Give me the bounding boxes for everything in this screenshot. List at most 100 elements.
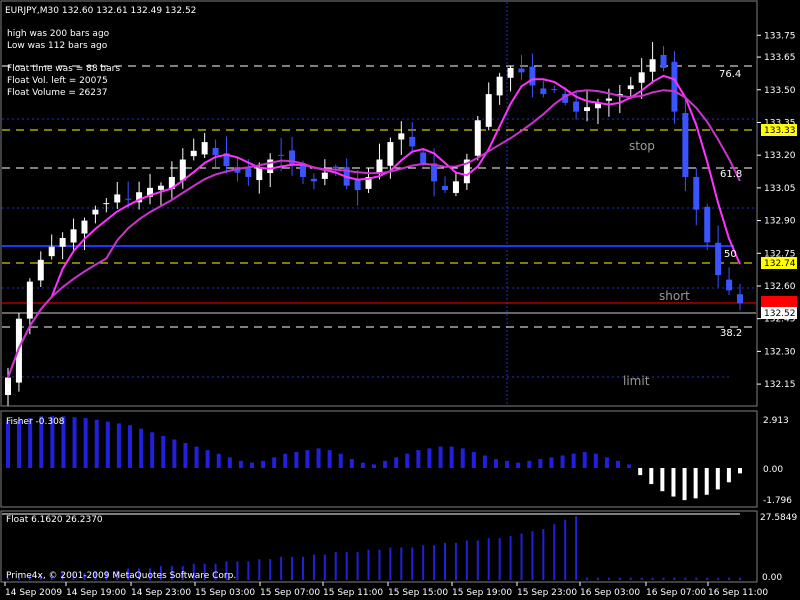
candle-body <box>638 72 645 83</box>
candle-body <box>540 88 547 95</box>
fib-38-label: 38.2 <box>720 328 742 339</box>
candle-body <box>354 179 361 191</box>
candle-body <box>81 220 88 234</box>
price-tick-label: 132.90 <box>764 217 796 227</box>
fast-moving-average <box>7 74 741 378</box>
candle-body <box>409 136 416 147</box>
candle-body <box>376 159 383 174</box>
candle-body <box>310 178 317 182</box>
slow-moving-average <box>7 89 741 378</box>
candle-body <box>37 259 44 281</box>
price-tick-label: 132.30 <box>764 347 796 357</box>
candle-body <box>59 238 66 247</box>
fib-76-label: 76.4 <box>719 69 741 80</box>
high-was-label: high was 200 bars ago <box>7 29 110 39</box>
float-volume-label: Float Volume = 26237 <box>7 88 107 98</box>
price-tag-label: 133.33 <box>764 126 796 136</box>
time-tick-label: 15 Sep 07:00 <box>260 588 320 598</box>
candle-body <box>103 203 110 205</box>
time-tick-label: 16 Sep 03:00 <box>580 588 640 598</box>
symbol-ohlc-label: EURJPY,M30 132.60 132.61 132.49 132.52 <box>5 6 196 16</box>
candle-body <box>278 154 285 156</box>
candle-body <box>682 112 689 177</box>
time-tick-label: 15 Sep 19:00 <box>452 588 512 598</box>
candle-body <box>157 185 164 190</box>
candle-body <box>321 172 328 179</box>
fisher-tick-zero: 0.00 <box>763 465 783 475</box>
candle-body <box>201 142 208 155</box>
candle-body <box>5 377 11 395</box>
candle-body <box>715 242 722 276</box>
candle-body <box>737 294 743 304</box>
float-vol-left-label: Float Vol. left = 20075 <box>7 76 108 86</box>
candle-body <box>256 168 263 181</box>
time-tick-label: 15 Sep 11:00 <box>323 588 383 598</box>
fisher-tick-low: -1.796 <box>763 496 792 506</box>
candle-body <box>573 101 580 112</box>
candle-body <box>507 67 514 78</box>
candle-body <box>26 281 33 319</box>
candle-body <box>627 85 634 90</box>
candle-body <box>190 150 197 157</box>
stop-label: stop <box>629 139 655 153</box>
candle-body <box>420 152 427 164</box>
candle-body <box>125 198 132 200</box>
price-tag-label: 132.74 <box>764 259 796 269</box>
candle-body <box>551 89 558 91</box>
limit-label: limit <box>623 374 650 388</box>
trading-chart-canvas[interactable]: EURJPY,M30 132.60 132.61 132.49 132.52 h… <box>0 0 800 600</box>
candle-body <box>70 229 77 243</box>
time-tick-label: 14 Sep 23:00 <box>131 588 191 598</box>
candle-body <box>48 246 55 257</box>
short-label: short <box>659 289 690 303</box>
fib-50-label: 50 <box>724 249 737 260</box>
low-was-label: Low was 112 bars ago <box>7 41 108 51</box>
candle-body <box>474 120 481 156</box>
time-tick-label: 14 Sep 2009 <box>5 588 62 598</box>
price-levels <box>2 65 756 378</box>
candle-body <box>179 159 186 181</box>
price-tick-label: 132.60 <box>764 282 796 292</box>
candle-body <box>245 168 252 177</box>
fisher-histogram <box>6 416 742 501</box>
time-tick-label: 15 Sep 23:00 <box>517 588 577 598</box>
price-tick-label: 133.65 <box>764 53 796 63</box>
candle-body <box>671 61 678 112</box>
candle-body <box>660 54 667 68</box>
candle-body <box>442 185 449 191</box>
copyright-label: Prime4x, © 2001-2009 MetaQuotes Software… <box>6 571 236 581</box>
float-tick-zero: 0.00 <box>762 573 782 583</box>
fisher-tick-high: 2.913 <box>763 416 789 426</box>
float-time-label: Float time was = 88 bars <box>7 64 120 74</box>
price-axis: 133.75133.65133.50133.35133.20133.05132.… <box>757 31 796 390</box>
fisher-panel-border <box>0 410 758 508</box>
float-tick-high: 27.5849 <box>760 513 797 523</box>
candle-body <box>212 148 219 156</box>
candle-body <box>398 133 405 140</box>
candle-body <box>387 142 394 166</box>
price-tick-label: 132.15 <box>764 380 796 390</box>
candle-body <box>496 76 503 96</box>
candle-body <box>584 107 591 112</box>
price-tick-label: 133.20 <box>764 151 796 161</box>
candle-body <box>518 68 525 73</box>
main-chart-border <box>0 0 758 407</box>
time-tick-label: 15 Sep 15:00 <box>388 588 448 598</box>
candle-body <box>649 59 656 72</box>
float-label: Float 6.1620 26.2370 <box>6 515 103 525</box>
candle-body <box>332 166 339 169</box>
candle-body <box>452 181 459 193</box>
candle-body <box>529 66 536 86</box>
candle-body <box>726 279 733 291</box>
candle-body <box>704 206 711 243</box>
candle-body <box>92 209 99 215</box>
price-tick-label: 133.05 <box>764 184 796 194</box>
price-tick-label: 133.50 <box>764 86 796 96</box>
candle-body <box>605 98 612 101</box>
fisher-label: Fisher -0.308 <box>6 417 65 427</box>
candle-body <box>693 176 700 210</box>
fib-61-label: 61.8 <box>720 169 742 180</box>
price-tag-label: 132.58 <box>764 298 796 308</box>
candle-body <box>485 94 492 127</box>
time-axis: 14 Sep 2009 14 Sep 19:00 14 Sep 23:00 15 Se… <box>4 582 768 598</box>
